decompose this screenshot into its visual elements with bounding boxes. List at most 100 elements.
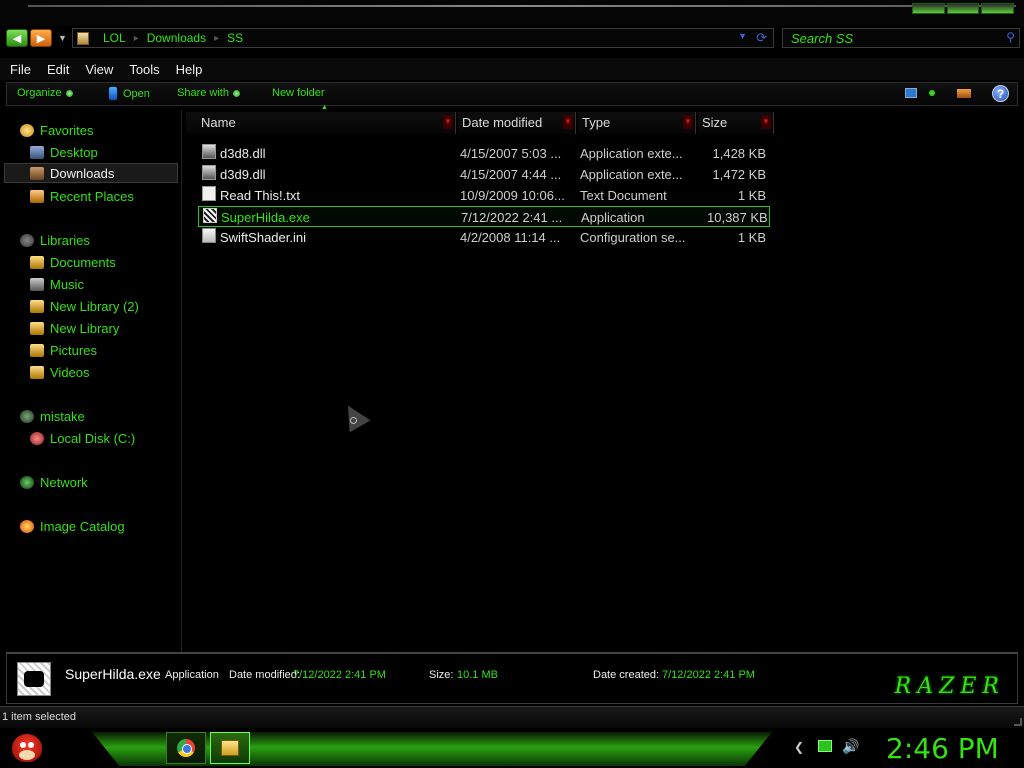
maximize-button[interactable] (946, 3, 980, 14)
menu-view[interactable]: View (79, 62, 119, 77)
search-input[interactable]: Search SS ⚲ (782, 28, 1020, 48)
start-button[interactable] (8, 728, 48, 766)
title-bar-line (28, 5, 1016, 7)
details-file-name: SuperHilda.exe (65, 666, 161, 682)
nav-downloads[interactable]: Downloads (4, 163, 178, 183)
column-filter-icon[interactable]: ▼ (761, 115, 771, 129)
show-hidden-icons-icon[interactable]: ❮ (794, 740, 804, 754)
library-icon (30, 299, 44, 313)
help-icon[interactable]: ? (992, 85, 1009, 102)
nav-libraries[interactable]: Libraries (20, 230, 90, 250)
nav-desktop[interactable]: Desktop (30, 142, 98, 162)
taskbar-chrome-button[interactable] (166, 732, 206, 764)
breadcrumb-separator-icon[interactable]: ▸ (214, 33, 219, 44)
search-placeholder: Search SS (791, 31, 854, 46)
column-filter-icon[interactable]: ▼ (443, 115, 453, 129)
breadcrumb-downloads[interactable]: Downloads (147, 31, 206, 45)
file-name: d3d9.dll (220, 167, 266, 182)
nav-homegroup[interactable]: mistake (20, 406, 85, 426)
file-row[interactable]: Read This!.txt 10/9/2009 10:06... Text D… (198, 185, 770, 206)
nav-image-catalog[interactable]: Image Catalog (20, 516, 125, 536)
back-button[interactable]: ◀ (6, 29, 28, 47)
taskbar-explorer-button[interactable] (210, 732, 250, 764)
menu-help[interactable]: Help (170, 62, 209, 77)
bird-eye (20, 742, 26, 748)
preview-pane-icon[interactable] (957, 89, 971, 98)
text-file-icon (202, 186, 216, 201)
nav-local-disk[interactable]: Local Disk (C:) (30, 428, 135, 448)
details-file-type: Application (165, 669, 219, 681)
status-bar: 1 item selected (0, 706, 1024, 728)
address-bar[interactable]: LOL ▸ Downloads ▸ SS ▼ ⟳ (72, 28, 774, 48)
file-date: 4/15/2007 4:44 ... (460, 167, 562, 182)
file-row[interactable]: d3d8.dll 4/15/2007 5:03 ... Application … (198, 143, 770, 164)
nav-recent-places-label: Recent Places (50, 188, 134, 204)
chrome-icon (177, 739, 195, 757)
column-date-modified[interactable]: Date modified ▼ (458, 112, 576, 134)
file-row[interactable]: d3d9.dll 4/15/2007 4:44 ... Application … (198, 164, 770, 185)
volume-icon[interactable]: 🔊 (842, 738, 859, 755)
column-filter-icon[interactable]: ▼ (563, 115, 573, 129)
navigation-row: ◀ ▶ ▼ LOL ▸ Downloads ▸ SS ▼ ⟳ Search SS… (0, 26, 1024, 52)
nav-favorites[interactable]: Favorites (20, 120, 93, 140)
nav-pictures[interactable]: Pictures (30, 340, 97, 360)
breadcrumb-ss[interactable]: SS (227, 31, 243, 45)
library-icon (30, 321, 44, 335)
menu-edit[interactable]: Edit (41, 62, 75, 77)
view-options-dropdown-icon[interactable] (929, 90, 935, 96)
taskbar-clock[interactable]: 2:46 PM (886, 732, 999, 765)
downloads-icon (30, 166, 44, 180)
column-type[interactable]: Type ▼ (578, 112, 696, 134)
column-filter-icon[interactable]: ▼ (683, 115, 693, 129)
change-view-icon[interactable] (905, 88, 917, 98)
breadcrumb-separator-icon[interactable]: ▸ (134, 33, 139, 44)
column-size[interactable]: Size ▼ (698, 112, 774, 134)
search-icon[interactable]: ⚲ (1006, 30, 1015, 44)
nav-network[interactable]: Network (20, 472, 88, 492)
network-status-icon[interactable] (818, 740, 832, 752)
minimize-button[interactable] (912, 3, 945, 14)
pictures-icon (30, 343, 44, 357)
file-size: 1,428 KB (712, 146, 767, 161)
image-catalog-icon (20, 519, 34, 533)
file-date: 4/15/2007 5:03 ... (460, 146, 562, 161)
open-button[interactable]: Open (109, 87, 150, 100)
nav-music[interactable]: Music (30, 274, 84, 294)
file-thumbnail (17, 662, 51, 696)
bird-belly (19, 750, 35, 760)
system-tray: ❮ 🔊 (790, 736, 880, 762)
column-name[interactable]: Name ▼ (186, 112, 456, 134)
share-with-button[interactable]: Share with (177, 87, 240, 99)
nav-documents[interactable]: Documents (30, 252, 116, 272)
column-date-label: Date modified (462, 115, 543, 130)
file-row-selected[interactable]: SuperHilda.exe 7/12/2022 2:41 ... Applic… (198, 206, 770, 227)
nav-new-library[interactable]: New Library (30, 318, 119, 338)
menu-file[interactable]: File (4, 62, 37, 77)
recent-pages-dropdown-icon[interactable]: ▼ (58, 33, 67, 43)
status-text: 1 item selected (2, 711, 76, 723)
organize-button[interactable]: Organize (17, 87, 73, 99)
breadcrumb-lol[interactable]: LOL (103, 31, 126, 45)
close-button[interactable] (981, 3, 1015, 14)
file-size: 10,387 KB (707, 210, 767, 225)
resize-grip-icon[interactable] (1014, 718, 1022, 726)
refresh-icon[interactable]: ⟳ (756, 30, 767, 46)
nav-recent-places[interactable]: Recent Places (30, 186, 134, 206)
address-dropdown-icon[interactable]: ▼ (738, 31, 747, 41)
menu-bar: File Edit View Tools Help (0, 58, 1024, 80)
file-size: 1,472 KB (712, 167, 767, 182)
documents-icon (30, 255, 44, 269)
dll-file-icon (202, 144, 216, 159)
file-type: Configuration se... (580, 230, 686, 245)
nav-new-library-2[interactable]: New Library (2) (30, 296, 139, 316)
nav-videos[interactable]: Videos (30, 362, 90, 382)
dropdown-icon (65, 89, 73, 97)
forward-button[interactable]: ▶ (30, 29, 52, 47)
file-list[interactable]: ▲ Name ▼ Date modified ▼ Type ▼ Size ▼ d… (184, 104, 1024, 652)
file-row[interactable]: SwiftShader.ini 4/2/2008 11:14 ... Confi… (198, 227, 770, 248)
new-folder-button[interactable]: New folder (272, 87, 325, 99)
details-date-created-label: Date created: (593, 669, 660, 681)
nav-new-library-2-label: New Library (2) (50, 298, 139, 314)
menu-tools[interactable]: Tools (123, 62, 165, 77)
file-date: 4/2/2008 11:14 ... (460, 230, 561, 245)
